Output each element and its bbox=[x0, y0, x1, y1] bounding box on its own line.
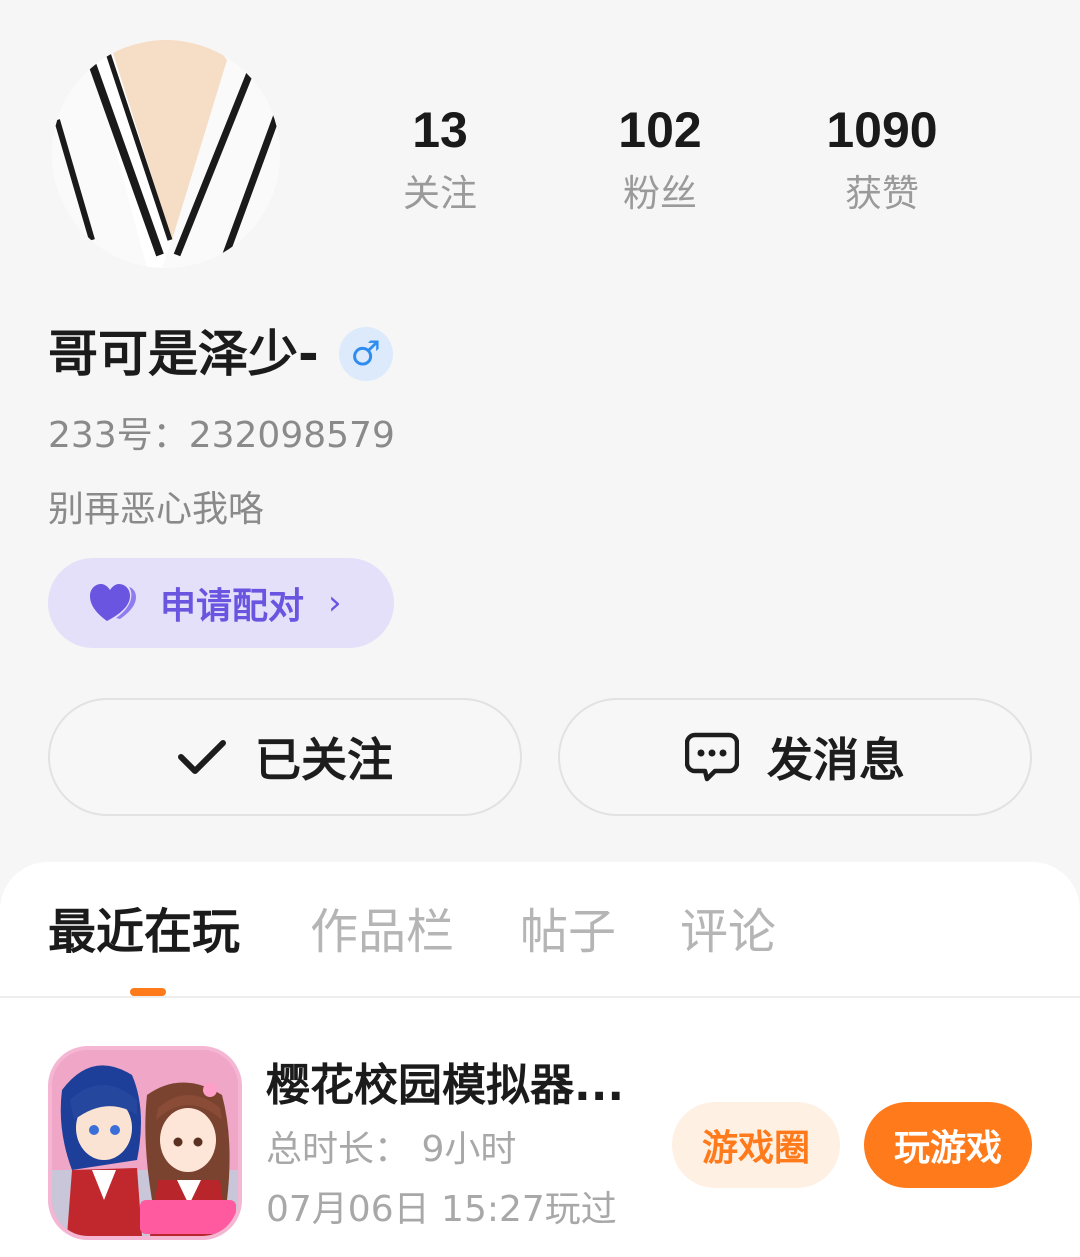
stat-value: 13 bbox=[412, 102, 468, 158]
send-message-label: 发消息 bbox=[767, 733, 905, 787]
apply-pair-button[interactable]: 申请配对 › bbox=[48, 558, 394, 648]
game-last-played: 07月06日 15:27玩过 bbox=[266, 1189, 617, 1230]
user-bio: 别再恶心我咯 bbox=[48, 489, 265, 530]
tab-recent-play[interactable]: 最近在玩 bbox=[48, 900, 240, 964]
chevron-right-icon: › bbox=[328, 583, 342, 623]
followed-button[interactable]: 已关注 bbox=[48, 698, 522, 816]
active-tab-indicator bbox=[130, 988, 166, 996]
name-row: 哥可是泽少- ♂ bbox=[48, 320, 393, 388]
followed-label: 已关注 bbox=[255, 733, 393, 787]
username: 哥可是泽少- bbox=[48, 325, 319, 383]
game-circle-button[interactable]: 游戏圈 bbox=[672, 1102, 840, 1188]
stat-value: 1090 bbox=[826, 102, 938, 158]
content-panel: 最近在玩 作品栏 帖子 评论 樱花校园模拟器... 总时长： 9小时 07月06… bbox=[0, 862, 1080, 1257]
heart-icon bbox=[90, 584, 136, 621]
avatar[interactable] bbox=[52, 40, 280, 268]
tab-comments[interactable]: 评论 bbox=[680, 900, 776, 964]
pair-button-label: 申请配对 bbox=[160, 586, 305, 627]
male-gender-icon: ♂ bbox=[338, 327, 393, 381]
stat-fans[interactable]: 102 粉丝 bbox=[560, 100, 760, 216]
stat-label: 关注 bbox=[403, 172, 477, 215]
stat-likes[interactable]: 1090 获赞 bbox=[782, 100, 982, 216]
tab-bar: 最近在玩 作品栏 帖子 评论 bbox=[0, 862, 1080, 998]
stat-label: 粉丝 bbox=[623, 172, 697, 215]
game-list-item[interactable]: 樱花校园模拟器... 总时长： 9小时 07月06日 15:27玩过 游戏圈 玩… bbox=[0, 1046, 1080, 1246]
stat-label: 获赞 bbox=[845, 172, 919, 215]
game-icon[interactable] bbox=[48, 1046, 242, 1240]
tab-posts[interactable]: 帖子 bbox=[520, 900, 616, 964]
stat-value: 102 bbox=[618, 102, 702, 158]
tab-works[interactable]: 作品栏 bbox=[310, 900, 454, 964]
check-icon bbox=[178, 740, 226, 774]
chat-icon bbox=[685, 732, 739, 782]
send-message-button[interactable]: 发消息 bbox=[558, 698, 1032, 816]
play-game-button[interactable]: 玩游戏 bbox=[864, 1102, 1032, 1188]
user-id: 233号：232098579 bbox=[48, 415, 395, 456]
profile-stats: 13 关注 102 粉丝 1090 获赞 bbox=[340, 100, 1000, 230]
game-title: 樱花校园模拟器... bbox=[266, 1060, 625, 1111]
game-play-duration: 总时长： 9小时 bbox=[266, 1129, 517, 1170]
stat-following[interactable]: 13 关注 bbox=[340, 100, 540, 216]
